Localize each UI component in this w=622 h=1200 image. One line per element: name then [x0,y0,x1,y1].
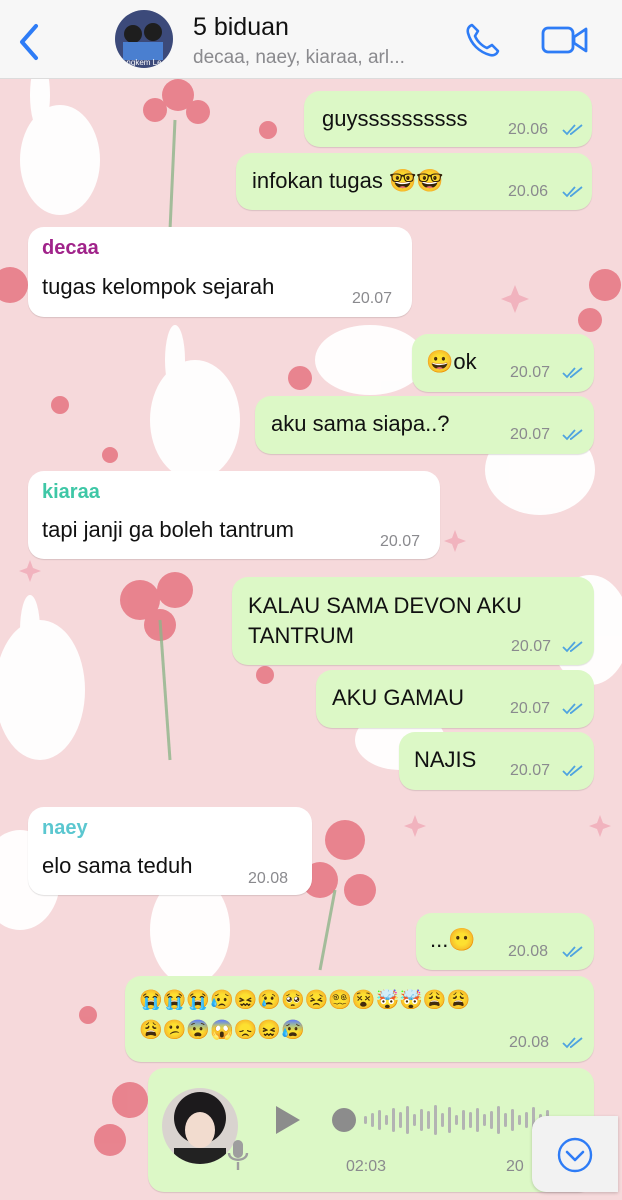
message-bubble-outgoing[interactable]: KALAU SAMA DEVON AKU TANTRUM 20.07 [232,577,594,665]
message-bubble-incoming[interactable]: decaa tugas kelompok sejarah 20.07 [28,227,412,317]
message-text: infokan tugas 🤓🤓 [252,168,444,193]
message-text: elo sama teduh [42,853,193,878]
waveform-bar [525,1112,528,1128]
group-title[interactable]: 5 biduan [193,13,289,42]
message-time: 20.07 [510,426,551,443]
waveform-bar [378,1110,381,1130]
message-time: 20.07 [510,762,551,779]
sender-name[interactable]: naey [42,817,88,840]
microphone-icon [227,1140,249,1170]
scroll-to-bottom-button[interactable] [532,1116,618,1192]
waveform-bar [511,1109,514,1131]
read-receipt-icon [562,946,583,958]
voice-duration: 02:03 [346,1158,387,1175]
waveform-bar [371,1113,374,1127]
waveform-bar [490,1111,493,1129]
voice-message-bubble[interactable]: 02:03 20 [148,1068,594,1192]
sender-name[interactable]: kiaraa [42,481,100,504]
waveform-bar [462,1110,465,1130]
message-time: 20.08 [248,870,289,887]
read-receipt-icon [562,124,583,136]
avatar-caption: ngkem Le [126,58,162,67]
message-text-line: KALAU SAMA DEVON AKU [248,593,522,618]
read-receipt-icon [562,186,583,198]
message-time: 20.06 [508,121,549,138]
waveform-bar [483,1114,486,1126]
message-text-line: TANTRUM [248,623,354,648]
message-bubble-outgoing[interactable]: 😀ok 20.07 [412,334,594,392]
waveform-bar [497,1106,500,1134]
message-text: tapi janji ga boleh tantrum [42,517,294,542]
message-time: 20.08 [509,1034,550,1051]
video-camera-icon[interactable] [540,20,590,60]
message-text: AKU GAMAU [332,685,465,710]
message-bubble-outgoing[interactable]: aku sama siapa..? 20.07 [255,396,594,454]
message-bubble-outgoing[interactable]: ...😶 20.08 [416,913,594,970]
message-time: 20.07 [352,290,393,307]
read-receipt-icon [562,429,583,441]
message-time: 20.07 [510,364,551,381]
message-text: tugas kelompok sejarah [42,274,275,299]
message-text: ...😶 [430,927,476,952]
message-text: guyssssssssss [322,106,468,131]
chevron-left-icon[interactable] [14,22,44,62]
message-bubble-incoming[interactable]: naey elo sama teduh 20.08 [28,807,312,895]
waveform-bar [427,1111,430,1129]
phone-icon[interactable] [463,20,503,60]
waveform-bar [441,1113,444,1127]
message-time: 20.08 [508,943,549,960]
read-receipt-icon [562,703,583,715]
group-members[interactable]: decaa, naey, kiaraa, arl... [193,47,405,69]
play-icon[interactable] [273,1104,303,1136]
message-bubble-outgoing[interactable]: 😭😭😭😥😖😢🥺😣😵‍💫😵🤯🤯😩😩 😩😕😨😱😞😖😰 20.08 [125,976,594,1062]
waveform-bar [392,1108,395,1132]
waveform-bar [364,1116,367,1124]
message-bubble-outgoing[interactable]: AKU GAMAU 20.07 [316,670,594,728]
waveform-bar [420,1109,423,1131]
waveform-bar [385,1115,388,1125]
read-receipt-icon [562,367,583,379]
waveform-bar [455,1115,458,1125]
read-receipt-icon [562,1037,583,1049]
waveform-bar [448,1107,451,1133]
message-time: 20 [506,1158,524,1175]
waveform-bar [406,1106,409,1134]
message-bubble-incoming[interactable]: kiaraa tapi janji ga boleh tantrum 20.07 [28,471,440,559]
waveform-bar [504,1113,507,1127]
waveform-bar [434,1105,437,1135]
chevron-down-icon [557,1137,593,1173]
message-bubble-outgoing[interactable]: guyssssssssss 20.06 [304,91,592,147]
message-text: NAJIS [414,747,477,772]
group-avatar[interactable]: ngkem Le [115,10,173,68]
message-time: 20.07 [511,638,552,655]
waveform-bar [399,1112,402,1128]
waveform-bar [413,1114,416,1126]
message-text: aku sama siapa..? [271,411,450,436]
message-text: 😀ok [426,349,477,374]
message-bubble-outgoing[interactable]: NAJIS 20.07 [399,732,594,790]
message-time: 20.07 [510,700,551,717]
message-text-line: 😭😭😭😥😖😢🥺😣😵‍💫😵🤯🤯😩😩 [139,990,471,1011]
message-bubble-outgoing[interactable]: infokan tugas 🤓🤓 20.06 [236,153,592,210]
message-text-line: 😩😕😨😱😞😖😰 [139,1020,305,1041]
waveform-bar [476,1108,479,1132]
message-time: 20.07 [380,533,421,550]
chat-header: ngkem Le 5 biduan decaa, naey, kiaraa, a… [0,0,622,79]
message-time: 20.06 [508,183,549,200]
sender-name[interactable]: decaa [42,237,99,260]
waveform-bar [469,1112,472,1128]
waveform-bar [518,1115,521,1125]
read-receipt-icon [562,641,583,653]
read-receipt-icon [562,765,583,777]
